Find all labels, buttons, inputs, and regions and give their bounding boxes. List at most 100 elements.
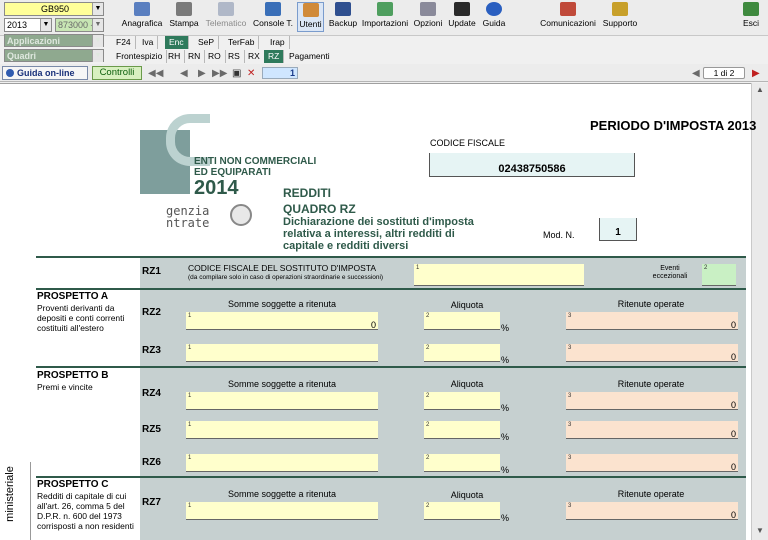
percent-sign: % [501, 323, 510, 333]
tab-rn[interactable]: RN [184, 50, 206, 63]
rz1-codice-fiscale-input[interactable]: 1 [414, 264, 584, 286]
rz3-somme-input[interactable]: 1 [186, 344, 378, 362]
rz4-somme-input[interactable]: 1 [186, 392, 378, 410]
field-number: 3 [568, 393, 572, 399]
scroll-down-icon[interactable]: ▼ [754, 526, 766, 538]
col-ritenute: Ritenute operate [617, 379, 685, 389]
stampa-label: Stampa [169, 18, 199, 28]
next-module-icon[interactable]: ▶ [752, 68, 760, 79]
field-number: 1 [416, 265, 420, 271]
rz2-aliquota-input[interactable]: 2 [424, 312, 500, 330]
rz5-aliquota-input[interactable]: 2 [424, 421, 500, 439]
rz2-label: RZ2 [142, 307, 161, 318]
rz3-ritenute-input[interactable]: 03 [566, 344, 738, 362]
field-number: 3 [568, 313, 572, 319]
page-number-input[interactable]: 1 [262, 67, 298, 79]
rz6-ritenute-input[interactable]: 03 [566, 454, 738, 472]
importazioni-button[interactable]: Importazioni [361, 2, 409, 32]
chevron-down-icon[interactable]: ▼ [92, 3, 103, 15]
rz7-somme-input[interactable]: 1 [186, 502, 378, 520]
rz5-somme-input[interactable]: 1 [186, 421, 378, 439]
rz4-aliquota-input[interactable]: 2 [424, 392, 500, 410]
percent-sign: % [501, 403, 510, 413]
chevron-down-icon[interactable]: ▼ [92, 19, 103, 31]
rz2-ritenute-input[interactable]: 03 [566, 312, 738, 330]
rz6-aliquota-input[interactable]: 2 [424, 454, 500, 472]
first-page-icon[interactable]: ◀◀ [148, 68, 163, 79]
tab-rz[interactable]: RZ [264, 50, 285, 63]
rz5-ritenute-input[interactable]: 03 [566, 421, 738, 439]
rz7-aliquota-input[interactable]: 2 [424, 502, 500, 520]
prospetto-c-desc: Redditi di capitale di cui all'art. 26, … [37, 491, 134, 531]
next-page-icon[interactable]: ▶ [198, 68, 206, 79]
rz1-note: (da compilare solo in caso di operazioni… [188, 274, 384, 281]
utenti-button[interactable]: Utenti [297, 2, 324, 32]
tab-irap[interactable]: Irap [266, 36, 290, 49]
console-button[interactable]: Console T. [252, 2, 294, 32]
tab-iva[interactable]: Iva [138, 36, 159, 49]
year-select[interactable]: 2013 ▼ [4, 18, 52, 32]
wrench-icon [420, 2, 436, 16]
tab-frontespizio[interactable]: Frontespizio [112, 50, 168, 63]
rz4-ritenute-input[interactable]: 03 [566, 392, 738, 410]
quadri-select[interactable]: Quadri ▼ [4, 49, 104, 62]
prospetto-b-desc: Premi e vincite [37, 382, 93, 392]
scroll-up-icon[interactable]: ▲ [754, 85, 766, 97]
tab-pagamenti[interactable]: Pagamenti [285, 50, 334, 63]
field-number: 3 [568, 455, 572, 461]
update-button[interactable]: Update [447, 2, 477, 32]
comunicazioni-button[interactable]: Comunicazioni [540, 2, 596, 32]
backup-button[interactable]: Backup [328, 2, 358, 32]
chevron-down-icon[interactable]: ▼ [40, 19, 51, 31]
percent-sign: % [501, 355, 510, 365]
supporto-button[interactable]: Supporto [600, 2, 640, 32]
chevron-down-icon[interactable]: ▼ [92, 35, 103, 47]
field-number: 3 [568, 503, 572, 509]
import-icon [377, 2, 393, 16]
tab-sep[interactable]: SeP [194, 36, 220, 49]
tab-rh[interactable]: RH [164, 50, 186, 63]
guida-online-button[interactable]: Guida on-line [2, 66, 88, 80]
rz1-title: CODICE FISCALE DEL SOSTITUTO D'IMPOSTA [188, 263, 377, 273]
field-number: 2 [426, 393, 430, 399]
last-page-icon[interactable]: ▶▶ [212, 68, 227, 79]
emblem-icon [230, 204, 252, 226]
prev-page-icon[interactable]: ◀ [180, 68, 188, 79]
tab-enc[interactable]: Enc [165, 36, 189, 49]
vertical-scrollbar[interactable]: ▲ ▼ [751, 83, 768, 540]
page-indicator: 1 di 2 [703, 67, 745, 79]
telematico-button[interactable]: Telematico [204, 2, 248, 32]
codice-fiscale-field[interactable]: 02438750586 [429, 153, 635, 177]
controlli-button[interactable]: Controlli [92, 66, 142, 80]
col-somme: Somme soggette a ritenuta [227, 489, 337, 499]
backup-label: Backup [328, 18, 358, 28]
col-ritenute: Ritenute operate [617, 299, 685, 309]
esci-button[interactable]: Esci [740, 2, 762, 32]
console-label: Console T. [252, 18, 293, 28]
tab-f24[interactable]: F24 [112, 36, 136, 49]
tabs-row-2: Frontespizio RH RN RO RS RX RZ Pagamenti [108, 50, 348, 63]
chevron-down-icon[interactable]: ▼ [92, 50, 103, 62]
mod-n-field[interactable]: 1 [599, 218, 637, 241]
rz6-somme-input[interactable]: 1 [186, 454, 378, 472]
copy-page-icon[interactable]: ▣ [232, 68, 241, 79]
guida-button[interactable]: Guida [481, 2, 507, 32]
year-value: 2013 [7, 20, 28, 30]
rz3-aliquota-input[interactable]: 2 [424, 344, 500, 362]
applicazioni-select[interactable]: Applicazioni ▼ [4, 34, 104, 47]
tab-rx[interactable]: RX [244, 50, 265, 63]
code-select[interactable]: 873000 - ▼ [55, 18, 104, 32]
rz7-ritenute-input[interactable]: 03 [566, 502, 738, 520]
anagrafica-button[interactable]: Anagrafica [120, 2, 164, 32]
eventi-eccezionali-input[interactable]: 2 [702, 264, 736, 286]
opzioni-button[interactable]: Opzioni [413, 2, 443, 32]
tab-terfab[interactable]: TerFab [224, 36, 260, 49]
prev-module-icon[interactable]: ◀ [692, 68, 700, 79]
rz2-somme-input[interactable]: 01 [186, 312, 378, 330]
company-select[interactable]: GB950 ▼ [4, 2, 104, 16]
tab-rs[interactable]: RS [224, 50, 245, 63]
tab-ro[interactable]: RO [204, 50, 226, 63]
delete-page-icon[interactable]: ✕ [247, 68, 255, 79]
rz1-label: RZ1 [142, 266, 161, 277]
stampa-button[interactable]: Stampa [168, 2, 200, 32]
